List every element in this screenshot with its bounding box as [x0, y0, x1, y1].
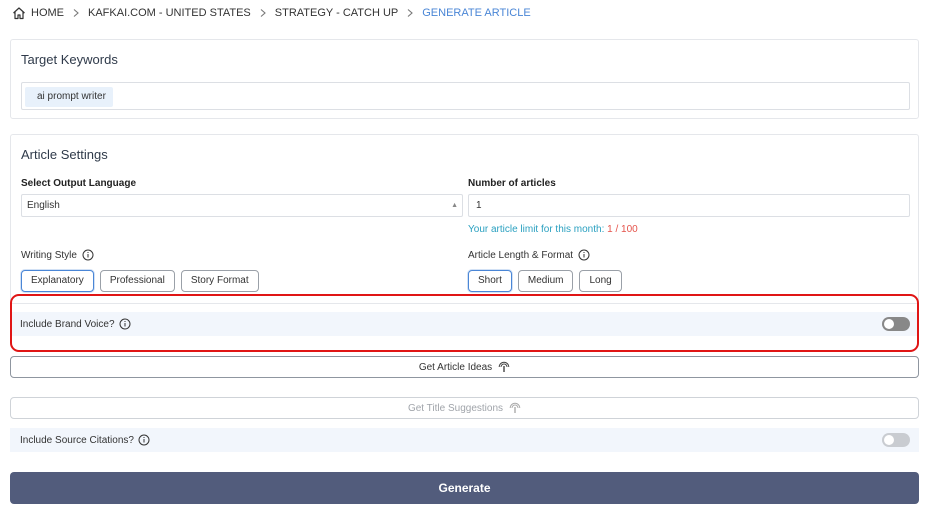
- article-limit-label: Your article limit for this month:: [468, 224, 605, 235]
- keywords-input[interactable]: ai prompt writer: [21, 82, 910, 110]
- brand-voice-row: Include Brand Voice?: [10, 312, 919, 336]
- get-title-suggestions-button[interactable]: Get Title Suggestions: [10, 397, 919, 419]
- breadcrumb: HOME KAFKAI.COM - UNITED STATES STRATEGY…: [12, 5, 531, 21]
- breadcrumb-home[interactable]: HOME: [31, 7, 64, 19]
- article-length-options: Short Medium Long: [468, 270, 622, 292]
- chevron-right-icon: [260, 9, 266, 17]
- writing-style-explanatory[interactable]: Explanatory: [21, 270, 94, 292]
- breadcrumb-strategy[interactable]: STRATEGY - CATCH UP: [275, 7, 398, 19]
- generate-button[interactable]: Generate: [10, 472, 919, 504]
- language-label: Select Output Language: [21, 178, 137, 189]
- length-long[interactable]: Long: [579, 270, 622, 292]
- info-icon[interactable]: [82, 249, 94, 261]
- get-article-ideas-button[interactable]: Get Article Ideas: [10, 356, 919, 378]
- target-keywords-title: Target Keywords: [21, 52, 118, 67]
- info-icon[interactable]: [578, 249, 590, 261]
- article-limit-text: Your article limit for this month: 1 / 1…: [468, 224, 638, 235]
- source-citations-toggle[interactable]: [882, 433, 910, 447]
- toggle-knob: [884, 435, 894, 445]
- writing-style-professional[interactable]: Professional: [99, 270, 175, 292]
- source-citations-row: Include Source Citations?: [10, 428, 919, 452]
- breadcrumb-current: GENERATE ARTICLE: [422, 7, 531, 19]
- writing-style-label: Writing Style: [21, 249, 94, 261]
- language-value: English: [27, 200, 60, 211]
- brand-voice-toggle[interactable]: [882, 317, 910, 331]
- language-select[interactable]: English ▲: [21, 194, 463, 217]
- select-caret-icon: ▲: [451, 202, 458, 209]
- article-limit-value: 1 / 100: [607, 224, 638, 235]
- writing-style-story-format[interactable]: Story Format: [180, 270, 259, 292]
- target-keywords-card: Target Keywords ai prompt writer: [10, 39, 919, 119]
- article-settings-title: Article Settings: [21, 147, 108, 162]
- article-length-label: Article Length & Format: [468, 249, 590, 261]
- writing-style-options: Explanatory Professional Story Format: [21, 270, 259, 292]
- writing-style-label-text: Writing Style: [21, 249, 77, 261]
- article-length-label-text: Article Length & Format: [468, 249, 574, 261]
- articles-label: Number of articles: [468, 178, 556, 189]
- source-citations-label: Include Source Citations?: [20, 434, 134, 446]
- info-icon[interactable]: [138, 434, 150, 446]
- length-short[interactable]: Short: [468, 270, 512, 292]
- keyword-tag[interactable]: ai prompt writer: [25, 87, 113, 107]
- tap-icon: [498, 361, 510, 373]
- info-icon[interactable]: [119, 318, 131, 330]
- breadcrumb-project[interactable]: KAFKAI.COM - UNITED STATES: [88, 7, 251, 19]
- toggle-knob: [884, 319, 894, 329]
- article-settings-card: Article Settings Select Output Language …: [10, 134, 919, 304]
- tap-icon: [509, 402, 521, 414]
- get-article-ideas-label: Get Article Ideas: [418, 361, 493, 373]
- number-of-articles-input[interactable]: [468, 194, 910, 217]
- get-title-suggestions-label: Get Title Suggestions: [407, 402, 504, 414]
- chevron-right-icon: [407, 9, 414, 17]
- chevron-right-icon: [73, 9, 79, 17]
- brand-voice-label: Include Brand Voice?: [20, 318, 115, 330]
- length-medium[interactable]: Medium: [517, 270, 574, 292]
- home-icon[interactable]: [12, 6, 26, 20]
